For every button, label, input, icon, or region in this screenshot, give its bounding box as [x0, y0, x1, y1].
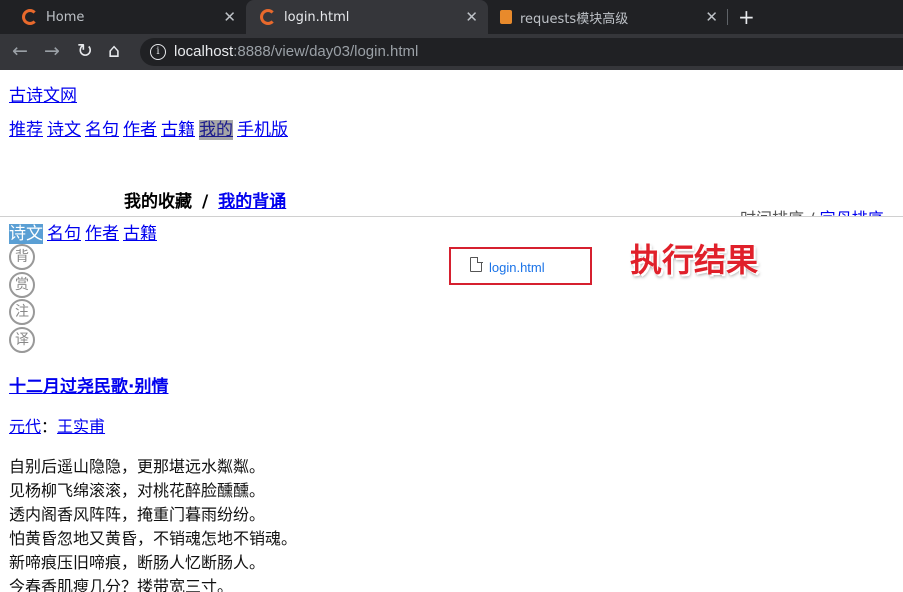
poem-line: 今春香肌瘦几分？搂带宽三寸。	[9, 577, 234, 592]
tab-login[interactable]: login.html ✕	[246, 0, 488, 34]
tab-strip: Home ✕ login.html ✕ requests模块高级 ✕ +	[0, 0, 903, 34]
nav-mine[interactable]: 我的	[199, 120, 233, 140]
translation-button[interactable]: 译	[9, 327, 35, 353]
poem-title[interactable]: 十二月过尧民歌·别情	[9, 372, 168, 397]
file-icon	[470, 256, 483, 272]
close-icon[interactable]: ✕	[465, 8, 478, 26]
meta-colon: ：	[41, 417, 58, 436]
site-home-link[interactable]: 古诗文网	[9, 81, 77, 106]
nav-quotes[interactable]: 名句	[85, 120, 119, 140]
url-text[interactable]: localhost:8888/view/day03/login.html	[174, 43, 418, 60]
subnav-classics[interactable]: 古籍	[123, 224, 157, 244]
site-favicon-icon	[260, 9, 276, 25]
appreciation-button[interactable]: 赏	[9, 272, 35, 298]
book-icon	[500, 10, 512, 24]
tab-home[interactable]: Home ✕	[0, 0, 246, 34]
subnav-poems[interactable]: 诗文	[9, 224, 43, 244]
recite-link[interactable]: 我的背诵	[218, 192, 286, 212]
annotation-button[interactable]: 注	[9, 299, 35, 325]
tab-title: Home	[46, 9, 85, 25]
nav-authors[interactable]: 作者	[123, 120, 157, 140]
tab-divider	[727, 9, 728, 25]
poem-line: 自别后遥山隐隐，更那堪远水粼粼。	[9, 457, 266, 476]
poem-meta: 元代：王实甫	[9, 413, 105, 437]
recite-button[interactable]: 背	[9, 244, 35, 270]
nav-mobile[interactable]: 手机版	[237, 120, 288, 140]
result-label: 执行结果	[630, 241, 759, 279]
poem-line: 见杨柳飞绵滚滚，对桃花醉脸醺醺。	[9, 481, 266, 500]
subnav-authors[interactable]: 作者	[85, 224, 119, 244]
heading-favorites: 我的收藏	[124, 192, 192, 212]
poem-line: 透内阁香风阵阵，掩重门暮雨纷纷。	[9, 505, 266, 524]
tab-title: login.html	[284, 9, 350, 25]
file-name[interactable]: login.html	[489, 260, 545, 275]
heading-separator: /	[202, 192, 209, 212]
author-link[interactable]: 王实甫	[57, 417, 105, 436]
file-highlight-box: login.html	[449, 247, 592, 285]
nav-recommend[interactable]: 推荐	[9, 120, 43, 140]
subnav-quotes[interactable]: 名句	[47, 224, 81, 244]
tab-title: requests模块高级	[520, 11, 629, 27]
info-icon[interactable]: i	[150, 44, 166, 60]
collection-heading: 我的收藏 / 我的背诵	[124, 187, 286, 212]
page-content: 古诗文网 推荐诗文名句作者古籍我的手机版 我的收藏/我的背诵 时间排序 / 字母…	[0, 70, 903, 592]
top-nav: 推荐 诗文 名句 作者 古籍 我的 手机版	[9, 115, 292, 140]
reload-icon[interactable]: ↻	[77, 40, 93, 62]
close-icon[interactable]: ✕	[705, 8, 718, 26]
address-bar[interactable]: i localhost:8888/view/day03/login.html	[140, 38, 903, 66]
nav-classics[interactable]: 古籍	[161, 120, 195, 140]
new-tab-button[interactable]: +	[738, 5, 755, 29]
forward-icon[interactable]: →	[44, 40, 60, 62]
divider	[0, 216, 903, 217]
poem-line: 新啼痕压旧啼痕，断肠人忆断肠人。	[9, 553, 266, 572]
dynasty-link[interactable]: 元代	[9, 417, 41, 436]
nav-poems[interactable]: 诗文	[47, 120, 81, 140]
sub-nav: 诗文 名句 作者 古籍	[9, 219, 161, 244]
poem-line: 怕黄昏忽地又黄昏，不销魂怎地不销魂。	[9, 529, 298, 548]
back-icon[interactable]: ←	[12, 40, 28, 62]
site-favicon-icon	[22, 9, 38, 25]
home-icon[interactable]: ⌂	[108, 40, 120, 62]
tab-requests[interactable]: requests模块高级 ✕	[488, 0, 728, 34]
poem-body: 自别后遥山隐隐，更那堪远水粼粼。 见杨柳飞绵滚滚，对桃花醉脸醺醺。 透内阁香风阵…	[9, 455, 297, 592]
toolbar: ← → ↻ ⌂ i localhost:8888/view/day03/logi…	[0, 34, 903, 70]
close-icon[interactable]: ✕	[223, 8, 236, 26]
